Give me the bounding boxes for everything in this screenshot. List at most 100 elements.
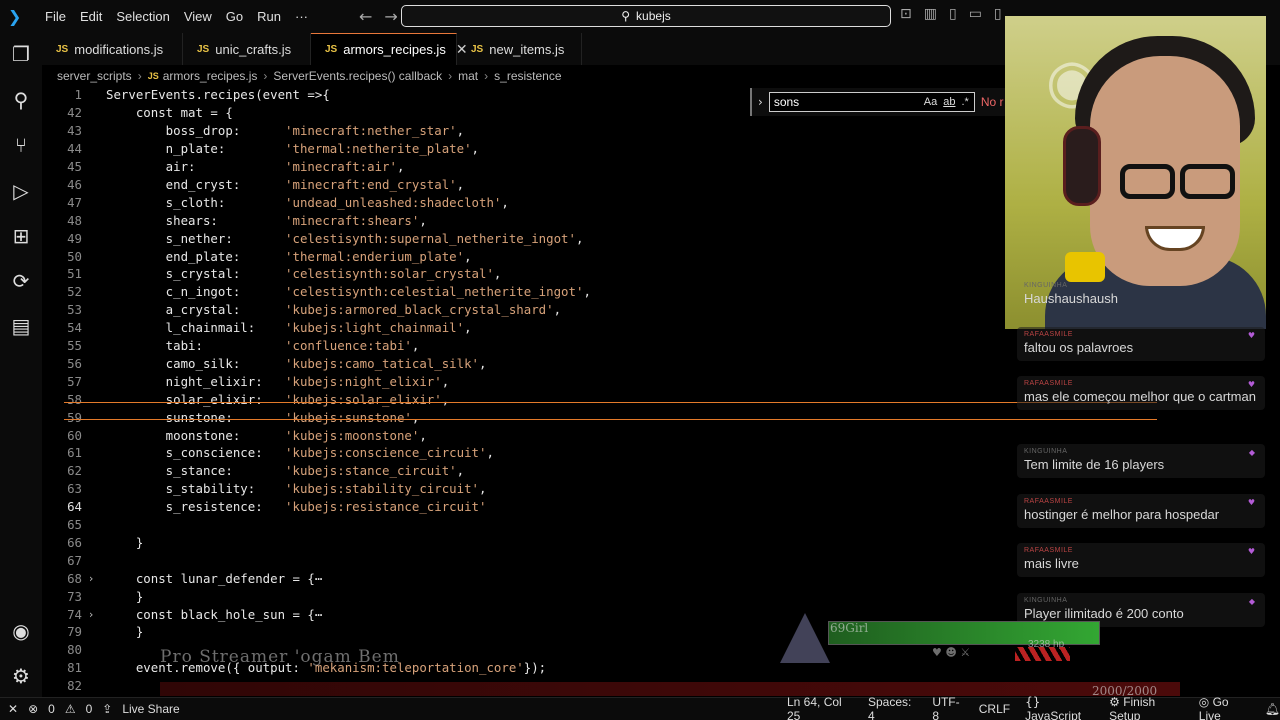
status-left: ✕ ⊗ 0 ⚠ 0 ⇪ Live Share [0, 702, 180, 716]
menu-run[interactable]: Run [250, 9, 288, 24]
live-share-icon[interactable]: ⇪ [102, 702, 112, 716]
code-line[interactable]: 54 l_chainmail: 'kubejs:light_chainmail'… [42, 319, 1042, 337]
warning-icon[interactable]: ⚠ [65, 702, 76, 716]
code-line[interactable]: 52 c_n_ingot: 'celestisynth:celestial_ne… [42, 283, 1042, 301]
code-line[interactable]: 48 shears: 'minecraft:shears', [42, 211, 1042, 229]
explorer-icon[interactable]: ❐ [8, 41, 34, 67]
code-token: , [411, 409, 420, 425]
tab-armors-recipes[interactable]: JS armors_recipes.js ✕ [311, 33, 468, 65]
code-line[interactable]: 67 [42, 551, 1042, 569]
code-line[interactable]: 61 s_conscience: 'kubejs:conscience_circ… [42, 444, 1042, 462]
code-line[interactable]: 58 solar_elixir: 'kubejs:solar_elixir', [42, 390, 1042, 408]
line-number: 79 [67, 624, 82, 640]
line-number: 80 [67, 642, 82, 658]
code-line[interactable]: 59 sunstone: 'kubejs:sunstone', [42, 408, 1042, 426]
chat-text: faltou os palavroes [1024, 340, 1134, 355]
code-editor[interactable]: 1 ServerEvents.recipes(event =>{42 const … [42, 86, 1042, 696]
fold-chevron-icon[interactable]: › [82, 572, 100, 585]
code-token: moonstone: [106, 427, 286, 443]
code-line[interactable]: 51 s_crystal: 'celestisynth:solar_crysta… [42, 265, 1042, 283]
menu-edit[interactable]: Edit [73, 9, 109, 24]
code-line[interactable]: 63 s_stability: 'kubejs:stability_circui… [42, 480, 1042, 498]
error-count[interactable]: 0 [48, 702, 55, 716]
line-number: 42 [67, 105, 82, 121]
error-icon[interactable]: ⊗ [28, 702, 38, 716]
code-line[interactable]: 46 end_cryst: 'minecraft:end_crystal', [42, 176, 1042, 194]
panel-toggle-icon[interactable]: ▭ [969, 6, 982, 22]
tab-new-items[interactable]: JS new_items.js [457, 33, 582, 65]
sidebar-toggle-icon[interactable]: ▯ [949, 6, 957, 22]
code-line[interactable]: 49 s_nether: 'celestisynth:supernal_neth… [42, 229, 1042, 247]
line-number: 56 [67, 355, 82, 371]
code-token: n_plate: [106, 141, 286, 157]
fold-chevron-icon[interactable]: › [82, 608, 100, 621]
menu-more[interactable]: ··· [288, 9, 315, 24]
code-line[interactable]: 56 camo_silk: 'kubejs:camo_tatical_silk'… [42, 355, 1042, 373]
code-line[interactable]: 62 s_stance: 'kubejs:stance_circuit', [42, 462, 1042, 480]
code-line[interactable]: 73 } [42, 587, 1042, 605]
menu-file[interactable]: File [38, 9, 73, 24]
headphone-icon [1063, 126, 1101, 206]
code-line[interactable]: 66 } [42, 534, 1042, 552]
code-line[interactable]: 60 moonstone: 'kubejs:moonstone', [42, 426, 1042, 444]
extensions-icon[interactable]: ⊞ [8, 223, 34, 249]
live-share-button[interactable]: Live Share [122, 702, 179, 716]
string-literal: 'kubejs:night_elixir' [285, 373, 442, 389]
book-icon[interactable]: ▤ [8, 313, 34, 339]
account-icon[interactable]: ◉ [8, 618, 34, 644]
hp-name: 69Girl [830, 621, 869, 635]
chevron-right-icon: › [263, 69, 268, 83]
go-live[interactable]: ◎ Go Live [1199, 695, 1250, 720]
code-line[interactable]: 50 end_plate: 'thermal:enderium_plate', [42, 247, 1042, 265]
warning-count[interactable]: 0 [86, 702, 93, 716]
toggle-replace-icon[interactable]: › [752, 95, 769, 109]
code-line[interactable]: 45 air: 'minecraft:air', [42, 158, 1042, 176]
back-arrow-icon[interactable]: ← [353, 7, 378, 26]
code-line[interactable]: 64 s_resistence: 'kubejs:resistance_circ… [42, 498, 1042, 516]
tab-modifications[interactable]: JS modifications.js [42, 33, 183, 65]
line-number: 61 [67, 445, 82, 461]
code-line[interactable]: 47 s_cloth: 'undead_unleashed:shadecloth… [42, 193, 1042, 211]
tab-unic-crafts[interactable]: JS unic_crafts.js [183, 33, 311, 65]
breadcrumb-mat[interactable]: mat [458, 69, 478, 83]
command-center-search[interactable]: ⚲ kubejs [401, 5, 891, 27]
regex-icon[interactable]: .* [961, 96, 968, 108]
menu-view[interactable]: View [177, 9, 219, 24]
code-line[interactable]: 57 night_elixir: 'kubejs:night_elixir', [42, 372, 1042, 390]
cursor-position[interactable]: Ln 64, Col 25 [787, 695, 853, 720]
finish-setup[interactable]: ⚙ Finish Setup [1109, 695, 1184, 720]
match-case-icon[interactable]: Aa [924, 96, 937, 108]
breadcrumb-file[interactable]: armors_recipes.js [163, 69, 258, 83]
string-literal: 'kubejs:solar_elixir' [285, 391, 442, 407]
whole-word-icon[interactable]: ab [943, 96, 955, 108]
source-control-icon[interactable]: ⑂ [8, 132, 34, 158]
indentation[interactable]: Spaces: 4 [868, 695, 917, 720]
code-line[interactable]: 55 tabi: 'confluence:tabi', [42, 337, 1042, 355]
search-icon[interactable]: ⚲ [8, 87, 34, 113]
layout-icon[interactable]: ▥ [924, 6, 937, 22]
code-line[interactable]: 68 › const lunar_defender = {⋯ [42, 569, 1042, 587]
breadcrumb-folder[interactable]: server_scripts [57, 69, 132, 83]
copilot-icon[interactable]: ⊡ [900, 6, 912, 22]
code-line[interactable]: 43 boss_drop: 'minecraft:nether_star', [42, 122, 1042, 140]
secondary-sidebar-icon[interactable]: ▯ [994, 6, 1002, 22]
run-debug-icon[interactable]: ▷ [8, 178, 34, 204]
code-line[interactable]: 65 [42, 516, 1042, 534]
code-token: , [441, 373, 450, 389]
settings-gear-icon[interactable]: ⚙ [8, 663, 34, 689]
code-line[interactable]: 44 n_plate: 'thermal:netherite_plate', [42, 140, 1042, 158]
encoding[interactable]: UTF-8 [932, 695, 963, 720]
line-ending[interactable]: CRLF [979, 702, 1010, 716]
breadcrumb-callback[interactable]: ServerEvents.recipes() callback [273, 69, 442, 83]
bell-icon[interactable]: 🔔︎ [1265, 702, 1280, 716]
breadcrumb-property[interactable]: s_resistence [494, 69, 561, 83]
code-line[interactable]: 53 a_crystal: 'kubejs:armored_black_crys… [42, 301, 1042, 319]
find-input[interactable]: sons Aa ab .* [768, 92, 975, 112]
menu-go[interactable]: Go [219, 9, 250, 24]
forward-arrow-icon[interactable]: → [378, 7, 403, 26]
language-mode[interactable]: {} JavaScript [1025, 695, 1094, 720]
remote-explorer-icon[interactable]: ⟳ [8, 268, 34, 294]
code-text: } [100, 624, 143, 639]
remote-icon[interactable]: ✕ [8, 702, 18, 716]
menu-selection[interactable]: Selection [109, 9, 176, 24]
